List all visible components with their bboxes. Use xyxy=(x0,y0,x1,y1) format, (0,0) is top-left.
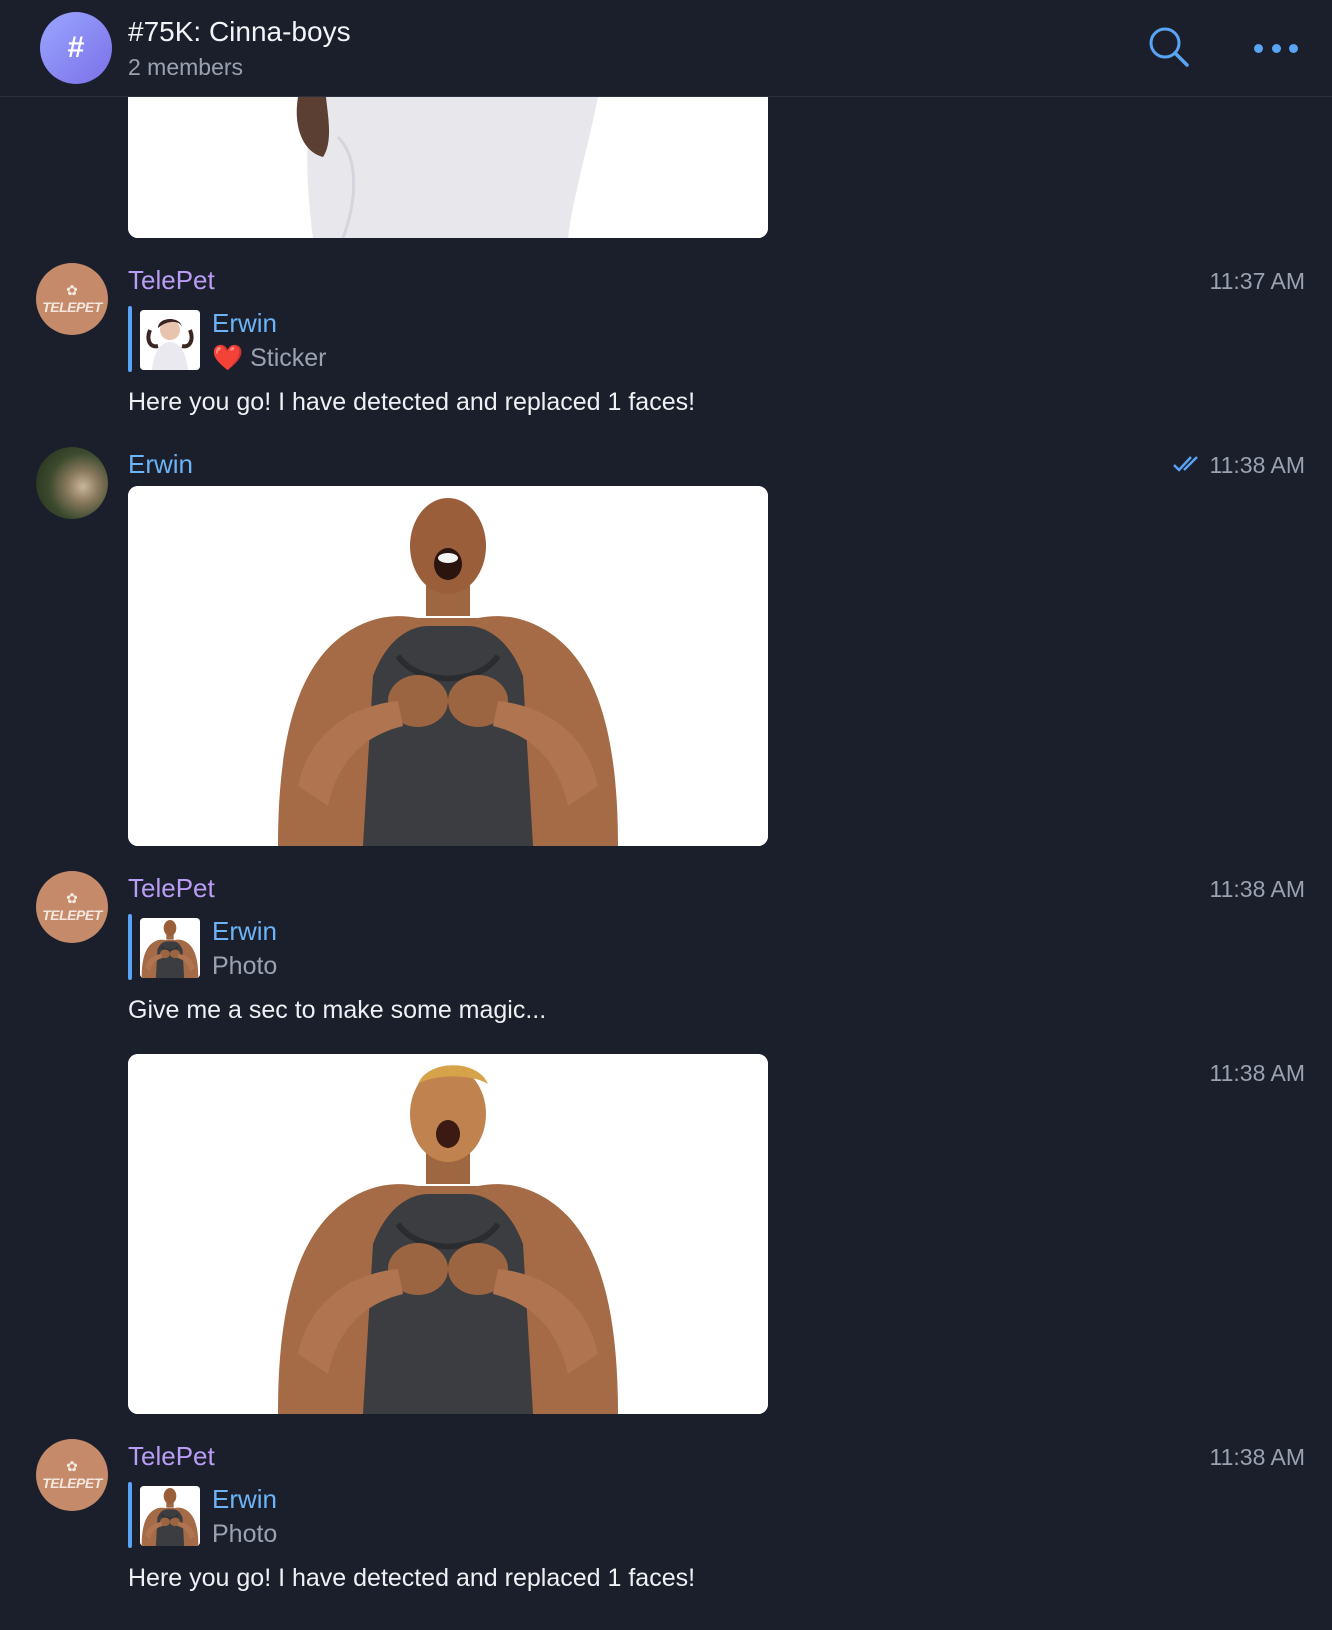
reply-thumbnail xyxy=(140,918,200,978)
reply-bar xyxy=(128,914,132,980)
paw-icon: ✿ xyxy=(66,1458,78,1474)
message-time: 11:37 AM xyxy=(1209,268,1305,294)
double-check-icon xyxy=(1172,453,1204,480)
reply-preview[interactable]: Erwin Photo xyxy=(128,914,728,980)
message-text: Here you go! I have detected and replace… xyxy=(128,388,696,416)
sender-name[interactable]: TelePet xyxy=(128,873,215,904)
avatar[interactable]: ✿ TELEPET xyxy=(36,871,108,943)
reply-preview[interactable]: Erwin Photo xyxy=(128,1482,728,1548)
reply-bar xyxy=(128,1482,132,1548)
telepet-logo: TELEPET xyxy=(42,1475,102,1491)
reply-type: Photo xyxy=(212,952,278,980)
message-time: 11:38 AM xyxy=(1209,1444,1305,1470)
paw-icon: ✿ xyxy=(66,890,78,906)
sticker-image[interactable] xyxy=(128,97,768,238)
reply-type-label: Sticker xyxy=(250,344,327,372)
reply-sender: Erwin xyxy=(212,916,278,946)
channel-avatar[interactable]: # xyxy=(40,12,112,84)
sender-name[interactable]: TelePet xyxy=(128,265,215,296)
search-icon[interactable] xyxy=(1146,24,1192,70)
reply-type: ❤️ Sticker xyxy=(212,344,327,373)
reply-bar xyxy=(128,306,132,372)
photo-message[interactable] xyxy=(128,486,768,846)
reply-sender: Erwin xyxy=(212,1484,278,1514)
hash-icon: # xyxy=(67,31,85,64)
message-time-label: 11:38 AM xyxy=(1209,452,1305,478)
chat-header: # #75K: Cinna-boys 2 members xyxy=(0,0,1332,97)
telepet-logo: TELEPET xyxy=(42,299,102,315)
reply-thumbnail xyxy=(140,1486,200,1546)
avatar[interactable]: ✿ TELEPET xyxy=(36,263,108,335)
photo-message[interactable] xyxy=(128,1054,768,1414)
paw-icon: ✿ xyxy=(66,282,78,298)
sender-name[interactable]: TelePet xyxy=(128,1441,215,1472)
heart-icon: ❤️ xyxy=(212,344,244,372)
avatar[interactable]: ✿ TELEPET xyxy=(36,1439,108,1511)
message-time: 11:38 AM xyxy=(1172,452,1305,480)
message-text: Here you go! I have detected and replace… xyxy=(128,1564,696,1592)
reply-type: Photo xyxy=(212,1520,278,1548)
message-time: 11:38 AM xyxy=(1209,1060,1305,1086)
sender-name[interactable]: Erwin xyxy=(128,449,193,480)
reply-preview[interactable]: Erwin ❤️ Sticker xyxy=(128,306,728,372)
message-time: 11:38 AM xyxy=(1209,876,1305,902)
telepet-logo: TELEPET xyxy=(42,907,102,923)
more-dots-icon[interactable] xyxy=(1254,34,1298,62)
message-text: Give me a sec to make some magic... xyxy=(128,996,547,1024)
reply-thumbnail xyxy=(140,310,200,370)
reply-sender: Erwin xyxy=(212,308,278,338)
avatar[interactable] xyxy=(36,447,108,519)
channel-title[interactable]: #75K: Cinna-boys xyxy=(128,16,351,48)
member-count: 2 members xyxy=(128,54,244,80)
